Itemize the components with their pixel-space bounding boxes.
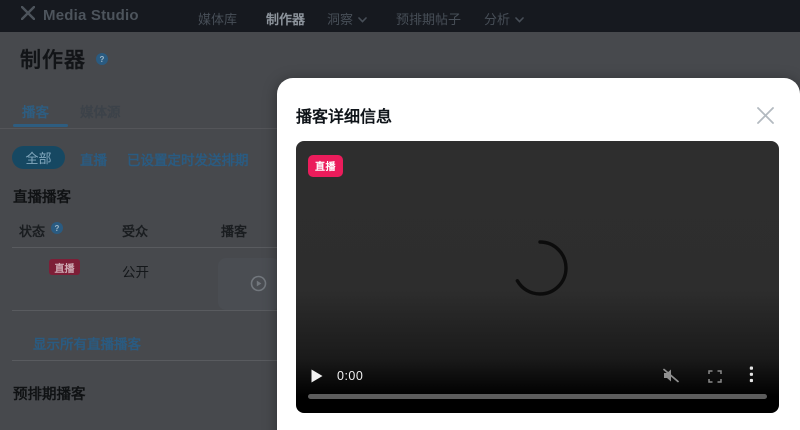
info-icon[interactable]: ?: [96, 53, 108, 65]
logo-text: Media Studio: [43, 7, 139, 24]
top-nav: Media Studio 媒体库 制作器 洞察 预排期帖子 分析: [0, 0, 800, 32]
nav-item-media-library[interactable]: 媒体库: [198, 9, 237, 28]
tab-broadcasts[interactable]: 播客: [22, 101, 49, 121]
broadcast-details-modal: 播客详细信息 直播 0:00: [277, 78, 800, 430]
nav-item-producer[interactable]: 制作器: [266, 9, 305, 28]
nav-item-scheduled-posts[interactable]: 预排期帖子: [396, 9, 461, 28]
filter-all[interactable]: 全部: [12, 146, 65, 169]
close-icon: [756, 107, 775, 128]
live-broadcasts-heading: 直播播客: [13, 190, 71, 206]
chevron-down-icon: [358, 11, 367, 26]
overflow-menu-icon[interactable]: [749, 366, 754, 388]
progress-bar[interactable]: [308, 394, 767, 399]
nav-item-analytics[interactable]: 分析: [484, 9, 524, 28]
spinner-icon: [510, 238, 570, 303]
chevron-down-icon: [515, 11, 524, 26]
scheduled-broadcasts-heading: 预排期播客: [13, 387, 86, 403]
tab-media-sources[interactable]: 媒体源: [80, 101, 121, 121]
fullscreen-icon[interactable]: [708, 370, 722, 388]
time-display: 0:00: [337, 369, 364, 383]
active-tab-underline: [13, 124, 68, 127]
play-icon[interactable]: [311, 369, 323, 388]
page-title: 制作器: [20, 49, 86, 72]
column-header-audience: 受众: [122, 224, 149, 239]
muted-icon[interactable]: [662, 368, 680, 388]
show-all-live-link[interactable]: 显示所有直播播客: [33, 333, 141, 353]
info-icon[interactable]: ?: [51, 222, 63, 234]
filter-scheduled[interactable]: 已设置定时发送排期: [127, 149, 249, 169]
audience-cell: 公开: [122, 265, 149, 280]
video-player[interactable]: 直播 0:00: [296, 141, 779, 413]
live-badge: 直播: [308, 155, 343, 177]
video-thumb-icon: [250, 275, 267, 297]
modal-title: 播客详细信息: [296, 109, 393, 126]
broadcast-thumbnail[interactable]: [218, 258, 280, 310]
filter-live[interactable]: 直播: [80, 149, 107, 169]
column-header-status: 状态: [19, 224, 46, 239]
close-button[interactable]: [755, 106, 775, 126]
logo[interactable]: Media Studio: [20, 5, 139, 25]
x-logo-icon: [20, 5, 36, 25]
app-window: Media Studio 媒体库 制作器 洞察 预排期帖子 分析 制作器 ? 播…: [0, 0, 800, 430]
status-badge: 直播: [49, 259, 80, 275]
column-header-broadcast: 播客: [221, 224, 248, 239]
nav-item-insights[interactable]: 洞察: [327, 9, 367, 28]
